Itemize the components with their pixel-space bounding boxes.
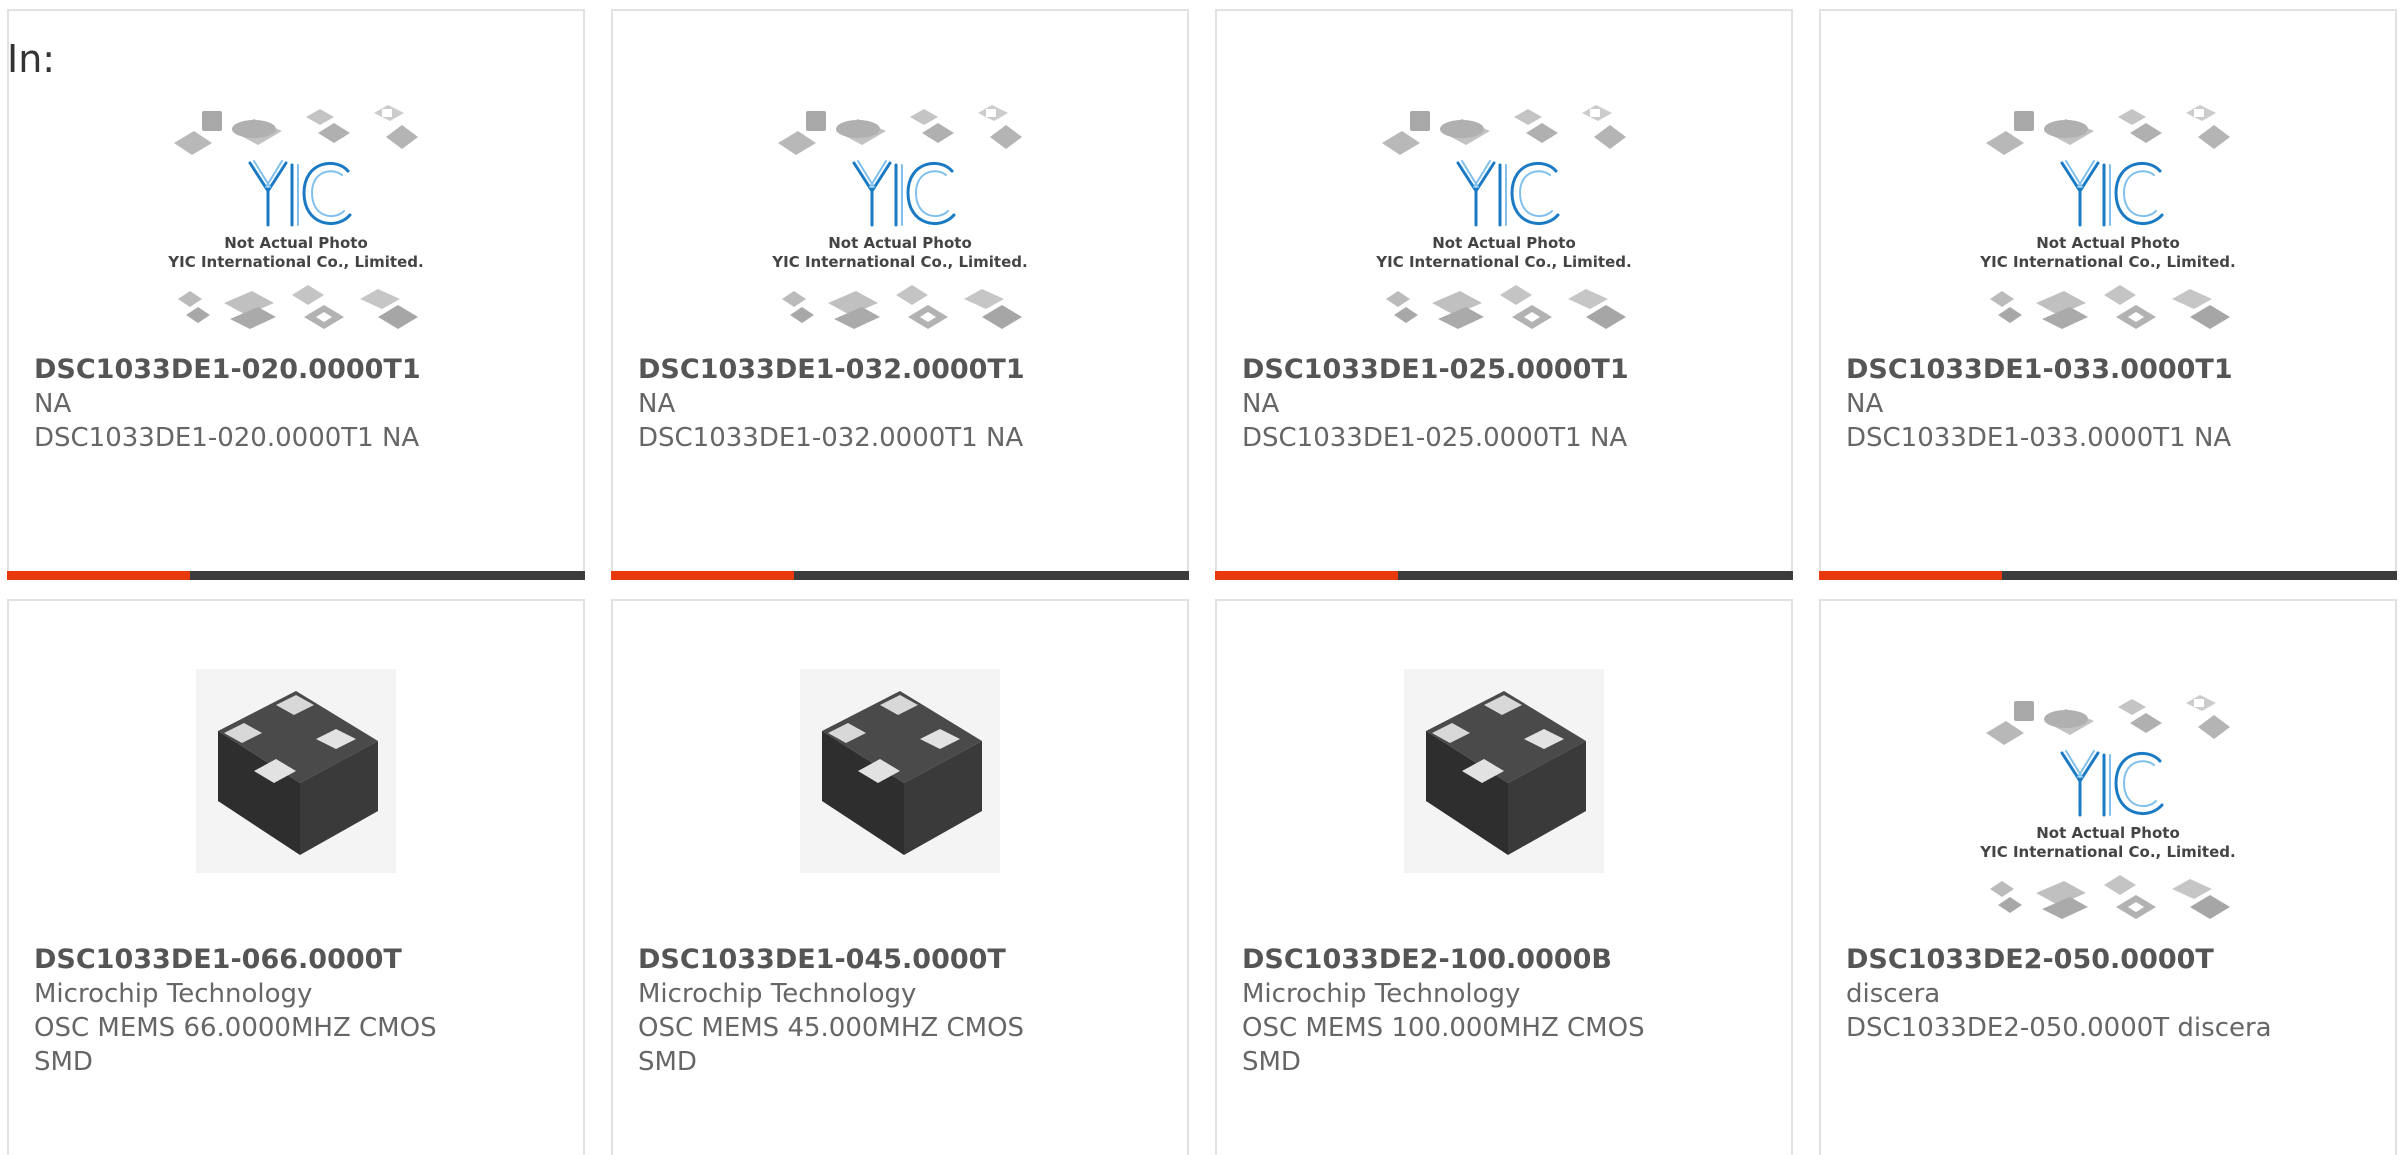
card-accent-bar — [1215, 571, 1398, 580]
card-bottom-bar — [611, 571, 1189, 580]
product-description: DSC1033DE1-033.0000T1 NA — [1846, 423, 2232, 453]
product-info: DSC1033DE2-100.0000B Microchip Technolog… — [1242, 943, 1771, 1079]
product-description: OSC MEMS 45.000MHZ CMOS — [638, 1013, 1025, 1043]
product-part-number[interactable]: DSC1033DE1-066.0000T — [34, 943, 563, 977]
placeholder-photo-icon — [1372, 103, 1636, 333]
product-part-number[interactable]: DSC1033DE1-033.0000T1 — [1846, 353, 2375, 387]
card-accent-bar — [611, 571, 794, 580]
product-part-number[interactable]: DSC1033DE2-050.0000T — [1846, 943, 2375, 977]
chip-package-icon — [1404, 669, 1604, 873]
product-info: DSC1033DE1-025.0000T1 NA DSC1033DE1-025.… — [1242, 353, 1771, 455]
product-info: DSC1033DE1-020.0000T1 NA DSC1033DE1-020.… — [34, 353, 563, 455]
product-info: DSC1033DE1-032.0000T1 NA DSC1033DE1-032.… — [638, 353, 1167, 455]
product-description-line-2: SMD — [1242, 1047, 1301, 1077]
product-part-number[interactable]: DSC1033DE1-025.0000T1 — [1242, 353, 1771, 387]
card-bottom-bar — [1215, 571, 1793, 580]
product-description: OSC MEMS 66.0000MHZ CMOS — [34, 1013, 437, 1043]
placeholder-photo-icon — [164, 103, 428, 333]
product-manufacturer: Microchip Technology — [638, 979, 917, 1009]
product-manufacturer: NA — [638, 389, 676, 419]
product-manufacturer: Microchip Technology — [1242, 979, 1521, 1009]
product-card[interactable]: DSC1033DE1-020.0000T1 NA DSC1033DE1-020.… — [7, 9, 585, 580]
product-card[interactable]: DSC1033DE2-050.0000T discera DSC1033DE2-… — [1819, 599, 2397, 1155]
product-info: DSC1033DE1-066.0000T Microchip Technolog… — [34, 943, 563, 1079]
product-part-number[interactable]: DSC1033DE2-100.0000B — [1242, 943, 1771, 977]
product-info: DSC1033DE1-045.0000T Microchip Technolog… — [638, 943, 1167, 1079]
product-card[interactable]: DSC1033DE1-025.0000T1 NA DSC1033DE1-025.… — [1215, 9, 1793, 580]
chip-package-icon — [800, 669, 1000, 873]
card-bottom-bar — [7, 571, 585, 580]
filter-prefix-label: In: — [7, 37, 56, 81]
product-description: DSC1033DE1-025.0000T1 NA — [1242, 423, 1628, 453]
product-card[interactable]: DSC1033DE1-045.0000T Microchip Technolog… — [611, 599, 1189, 1155]
product-description-line-2: SMD — [638, 1047, 697, 1077]
product-description: DSC1033DE1-020.0000T1 NA — [34, 423, 420, 453]
product-description: DSC1033DE2-050.0000T discera — [1846, 1013, 2272, 1043]
product-info: DSC1033DE2-050.0000T discera DSC1033DE2-… — [1846, 943, 2375, 1045]
placeholder-photo-icon — [768, 103, 1032, 333]
product-manufacturer: NA — [1242, 389, 1280, 419]
placeholder-photo-icon — [1976, 103, 2240, 333]
product-card[interactable]: DSC1033DE2-100.0000B Microchip Technolog… — [1215, 599, 1793, 1155]
product-grid-page: In: DSC1033DE1-020.0000T1 NA DSC1033DE1-… — [0, 0, 2400, 1155]
product-part-number[interactable]: DSC1033DE1-032.0000T1 — [638, 353, 1167, 387]
card-bottom-bar — [1819, 571, 2397, 580]
product-part-number[interactable]: DSC1033DE1-020.0000T1 — [34, 353, 563, 387]
product-part-number[interactable]: DSC1033DE1-045.0000T — [638, 943, 1167, 977]
product-card[interactable]: DSC1033DE1-033.0000T1 NA DSC1033DE1-033.… — [1819, 9, 2397, 580]
product-manufacturer: discera — [1846, 979, 1941, 1009]
product-manufacturer: NA — [34, 389, 72, 419]
product-description: OSC MEMS 100.000MHZ CMOS — [1242, 1013, 1645, 1043]
product-description-line-2: SMD — [34, 1047, 93, 1077]
card-accent-bar — [7, 571, 190, 580]
product-manufacturer: Microchip Technology — [34, 979, 313, 1009]
product-card[interactable]: DSC1033DE1-032.0000T1 NA DSC1033DE1-032.… — [611, 9, 1189, 580]
product-description: DSC1033DE1-032.0000T1 NA — [638, 423, 1024, 453]
product-info: DSC1033DE1-033.0000T1 NA DSC1033DE1-033.… — [1846, 353, 2375, 455]
placeholder-photo-icon — [1976, 693, 2240, 923]
chip-package-icon — [196, 669, 396, 873]
product-card[interactable]: DSC1033DE1-066.0000T Microchip Technolog… — [7, 599, 585, 1155]
product-manufacturer: NA — [1846, 389, 1884, 419]
card-accent-bar — [1819, 571, 2002, 580]
